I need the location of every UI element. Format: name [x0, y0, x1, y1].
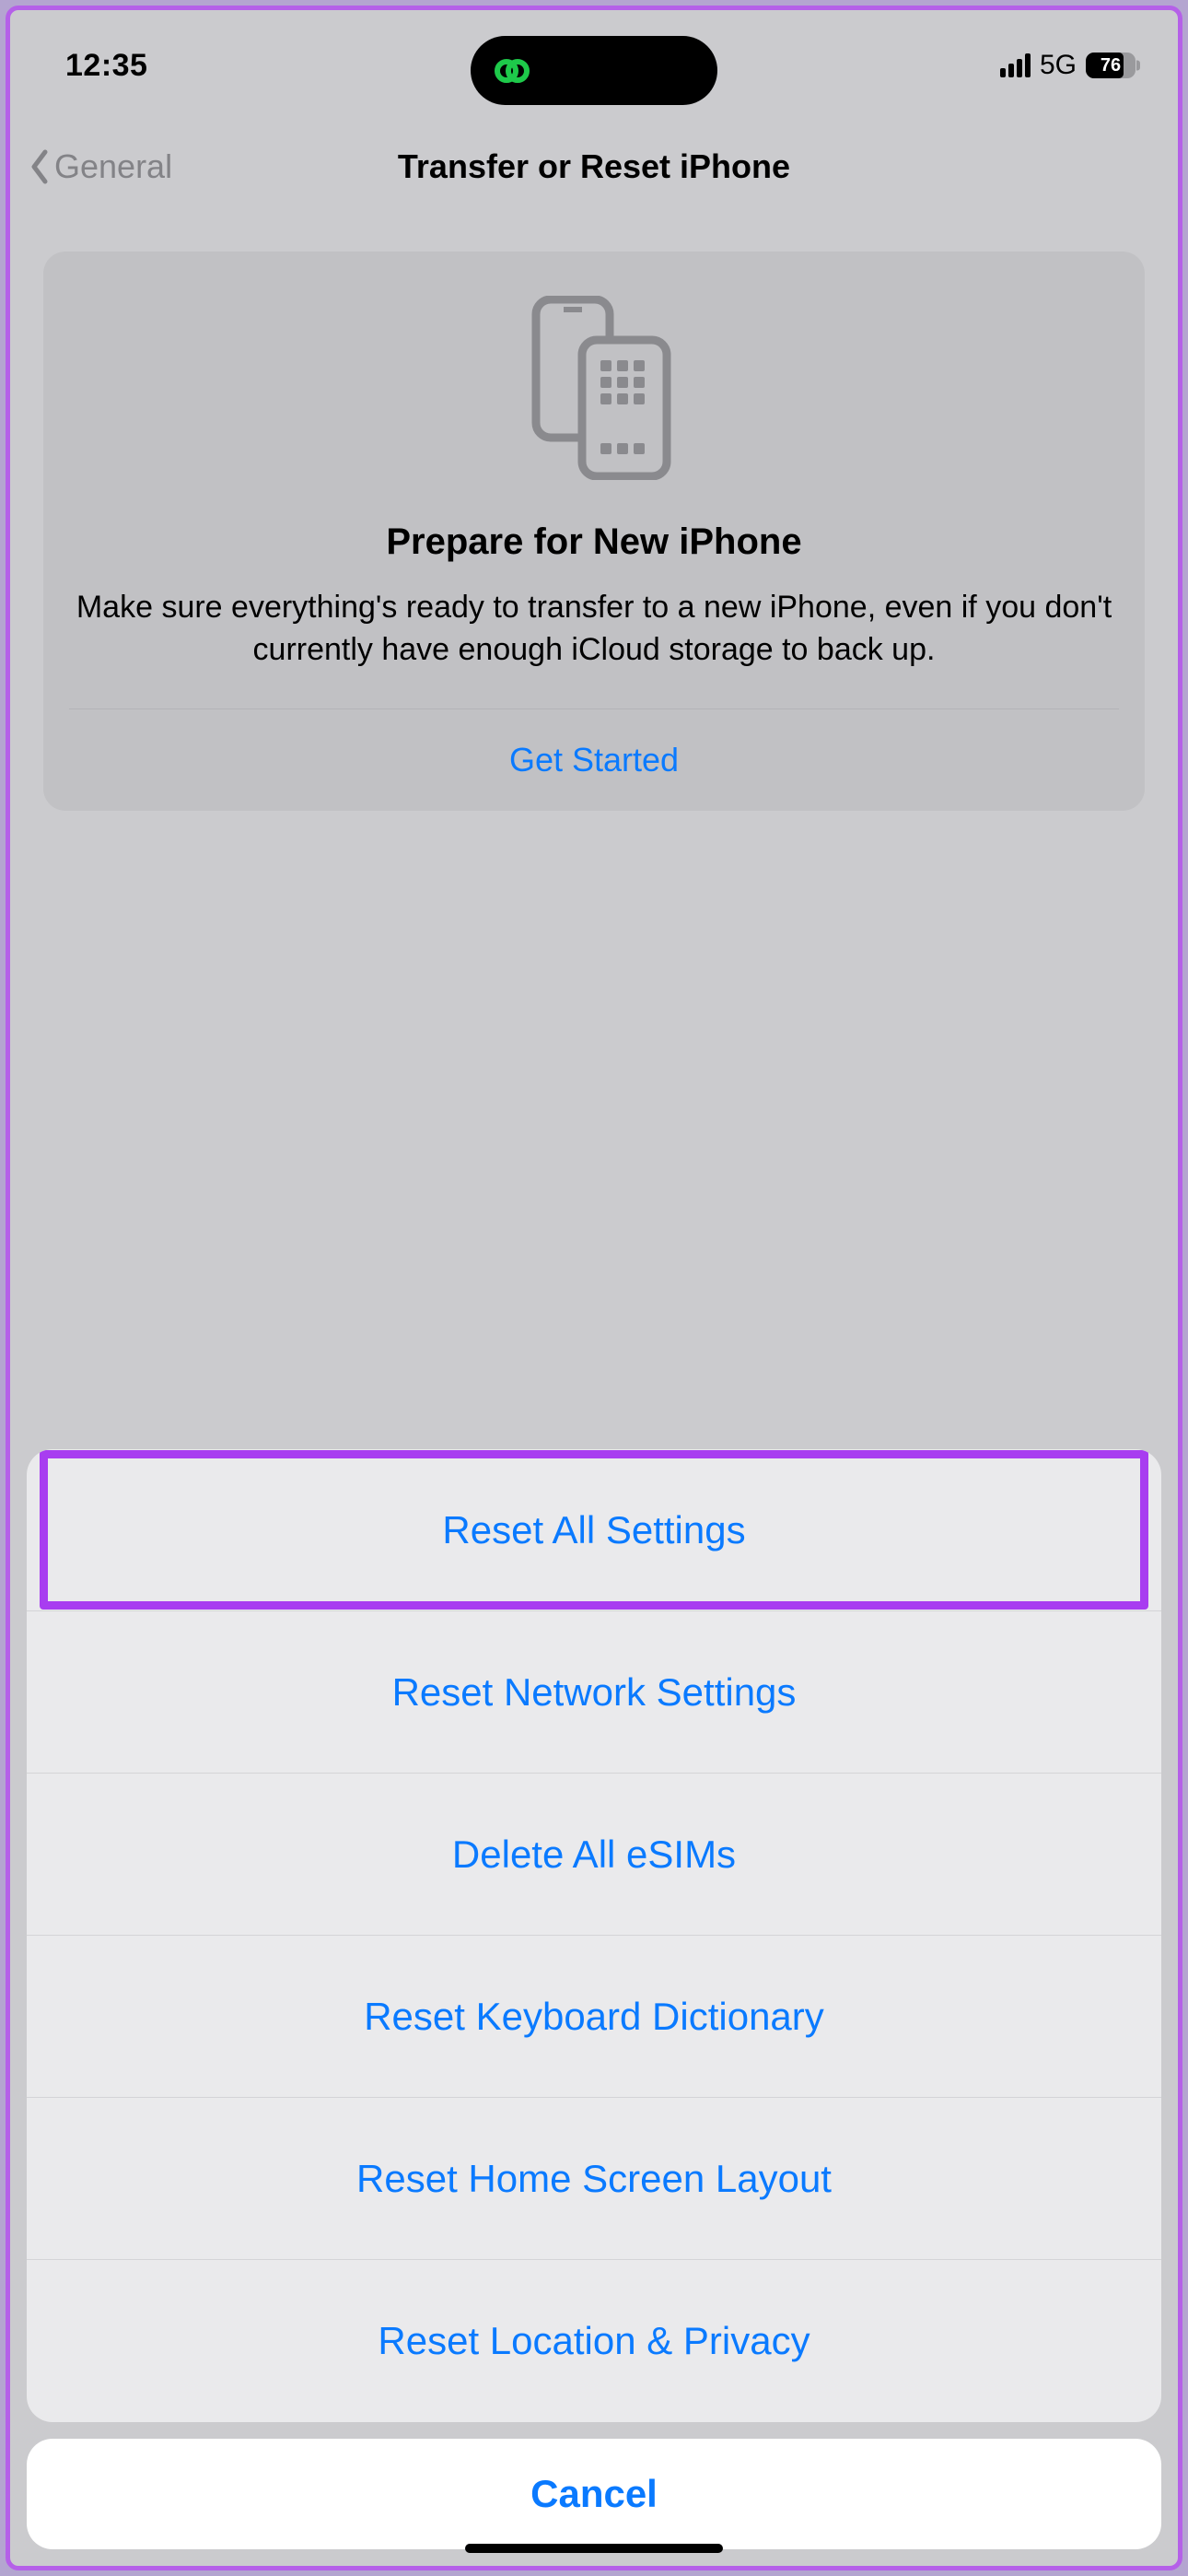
chevron-left-icon — [29, 148, 51, 185]
card-description: Make sure everything's ready to transfer… — [69, 587, 1119, 708]
home-indicator[interactable] — [465, 2544, 723, 2553]
reset-options-sheet: Reset All Settings Reset Network Setting… — [27, 1449, 1161, 2422]
transfer-devices-icon — [516, 296, 672, 480]
sheet-item-reset-network-settings[interactable]: Reset Network Settings — [27, 1611, 1161, 1774]
sheet-item-label: Delete All eSIMs — [452, 1832, 736, 1877]
nav-bar: General Transfer or Reset iPhone — [10, 121, 1178, 213]
get-started-button[interactable]: Get Started — [69, 709, 1119, 811]
sheet-item-reset-home-screen-layout[interactable]: Reset Home Screen Layout — [27, 2098, 1161, 2260]
back-button[interactable]: General — [29, 147, 172, 186]
battery-icon: 76 — [1086, 53, 1136, 78]
sheet-item-label: Reset Home Screen Layout — [356, 2157, 832, 2201]
status-right: 5G 76 — [1000, 50, 1136, 81]
back-label: General — [54, 147, 172, 186]
sheet-item-label: Reset Network Settings — [392, 1670, 797, 1715]
card-title: Prepare for New iPhone — [69, 521, 1119, 563]
battery-percent: 76 — [1086, 55, 1136, 76]
dynamic-island[interactable] — [471, 36, 717, 105]
sheet-item-delete-all-esims[interactable]: Delete All eSIMs — [27, 1774, 1161, 1936]
cellular-signal-icon — [1000, 53, 1031, 77]
prepare-card: Prepare for New iPhone Make sure everyth… — [43, 252, 1145, 811]
action-sheet: Reset Reset All Settings Reset Network S… — [10, 1449, 1178, 2566]
status-time: 12:35 — [65, 48, 305, 84]
status-bar: 12:35 5G 76 — [10, 10, 1178, 121]
sheet-item-reset-all-settings[interactable]: Reset All Settings — [27, 1449, 1161, 1611]
sheet-item-label: Reset All Settings — [442, 1508, 745, 1552]
sheet-item-label: Reset Keyboard Dictionary — [364, 1995, 824, 2039]
link-activity-icon — [493, 53, 530, 89]
network-type: 5G — [1040, 50, 1077, 81]
sheet-item-reset-keyboard-dictionary[interactable]: Reset Keyboard Dictionary — [27, 1936, 1161, 2098]
page-title: Transfer or Reset iPhone — [10, 147, 1178, 186]
cancel-button[interactable]: Cancel — [27, 2439, 1161, 2549]
sheet-item-reset-location-privacy[interactable]: Reset Location & Privacy — [27, 2260, 1161, 2422]
sheet-item-label: Reset Location & Privacy — [378, 2319, 809, 2363]
